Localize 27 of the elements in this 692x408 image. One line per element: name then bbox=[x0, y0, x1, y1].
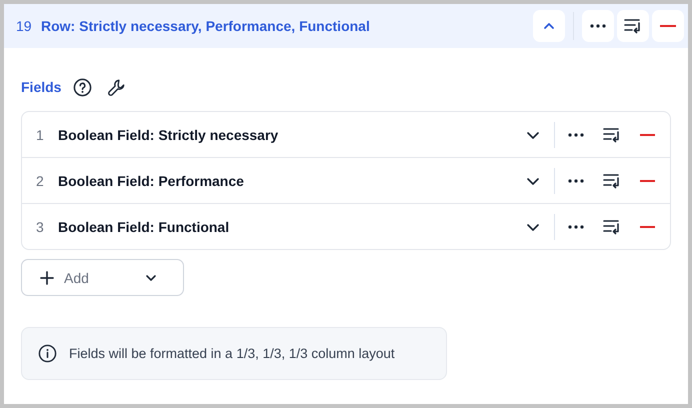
field-number: 3 bbox=[36, 218, 45, 234]
add-dropdown[interactable]: Add bbox=[21, 259, 184, 296]
sort-icon[interactable] bbox=[603, 218, 621, 234]
field-title: Boolean Field: Performance bbox=[58, 172, 245, 188]
more-icon[interactable] bbox=[568, 178, 584, 182]
row-title: Row: Strictly necessary, Performance, Functional bbox=[41, 18, 371, 34]
field-title: Boolean Field: Functional bbox=[58, 218, 230, 234]
remove-button[interactable] bbox=[652, 10, 684, 42]
fields-label: Fields bbox=[21, 79, 62, 95]
field-title: Boolean Field: Strictly necessary bbox=[58, 126, 280, 142]
collapse-button[interactable] bbox=[533, 10, 565, 42]
row-number: 19 bbox=[16, 18, 33, 34]
more-button[interactable] bbox=[582, 10, 614, 42]
field-number: 1 bbox=[36, 126, 45, 142]
sort-icon[interactable] bbox=[603, 126, 621, 142]
info-icon bbox=[38, 344, 57, 363]
more-icon bbox=[590, 24, 606, 28]
more-icon[interactable] bbox=[568, 132, 584, 136]
wrench-icon[interactable] bbox=[107, 78, 126, 96]
help-icon[interactable] bbox=[73, 78, 92, 96]
plus-icon bbox=[40, 270, 54, 284]
sort-icon[interactable] bbox=[603, 172, 621, 188]
more-icon[interactable] bbox=[568, 224, 584, 228]
field-number: 2 bbox=[36, 172, 45, 188]
sort-button[interactable] bbox=[617, 10, 649, 42]
sort-icon bbox=[624, 18, 642, 34]
info-text: Fields will be formatted in a 1/3, 1/3, 1/3 column layout bbox=[69, 346, 395, 361]
